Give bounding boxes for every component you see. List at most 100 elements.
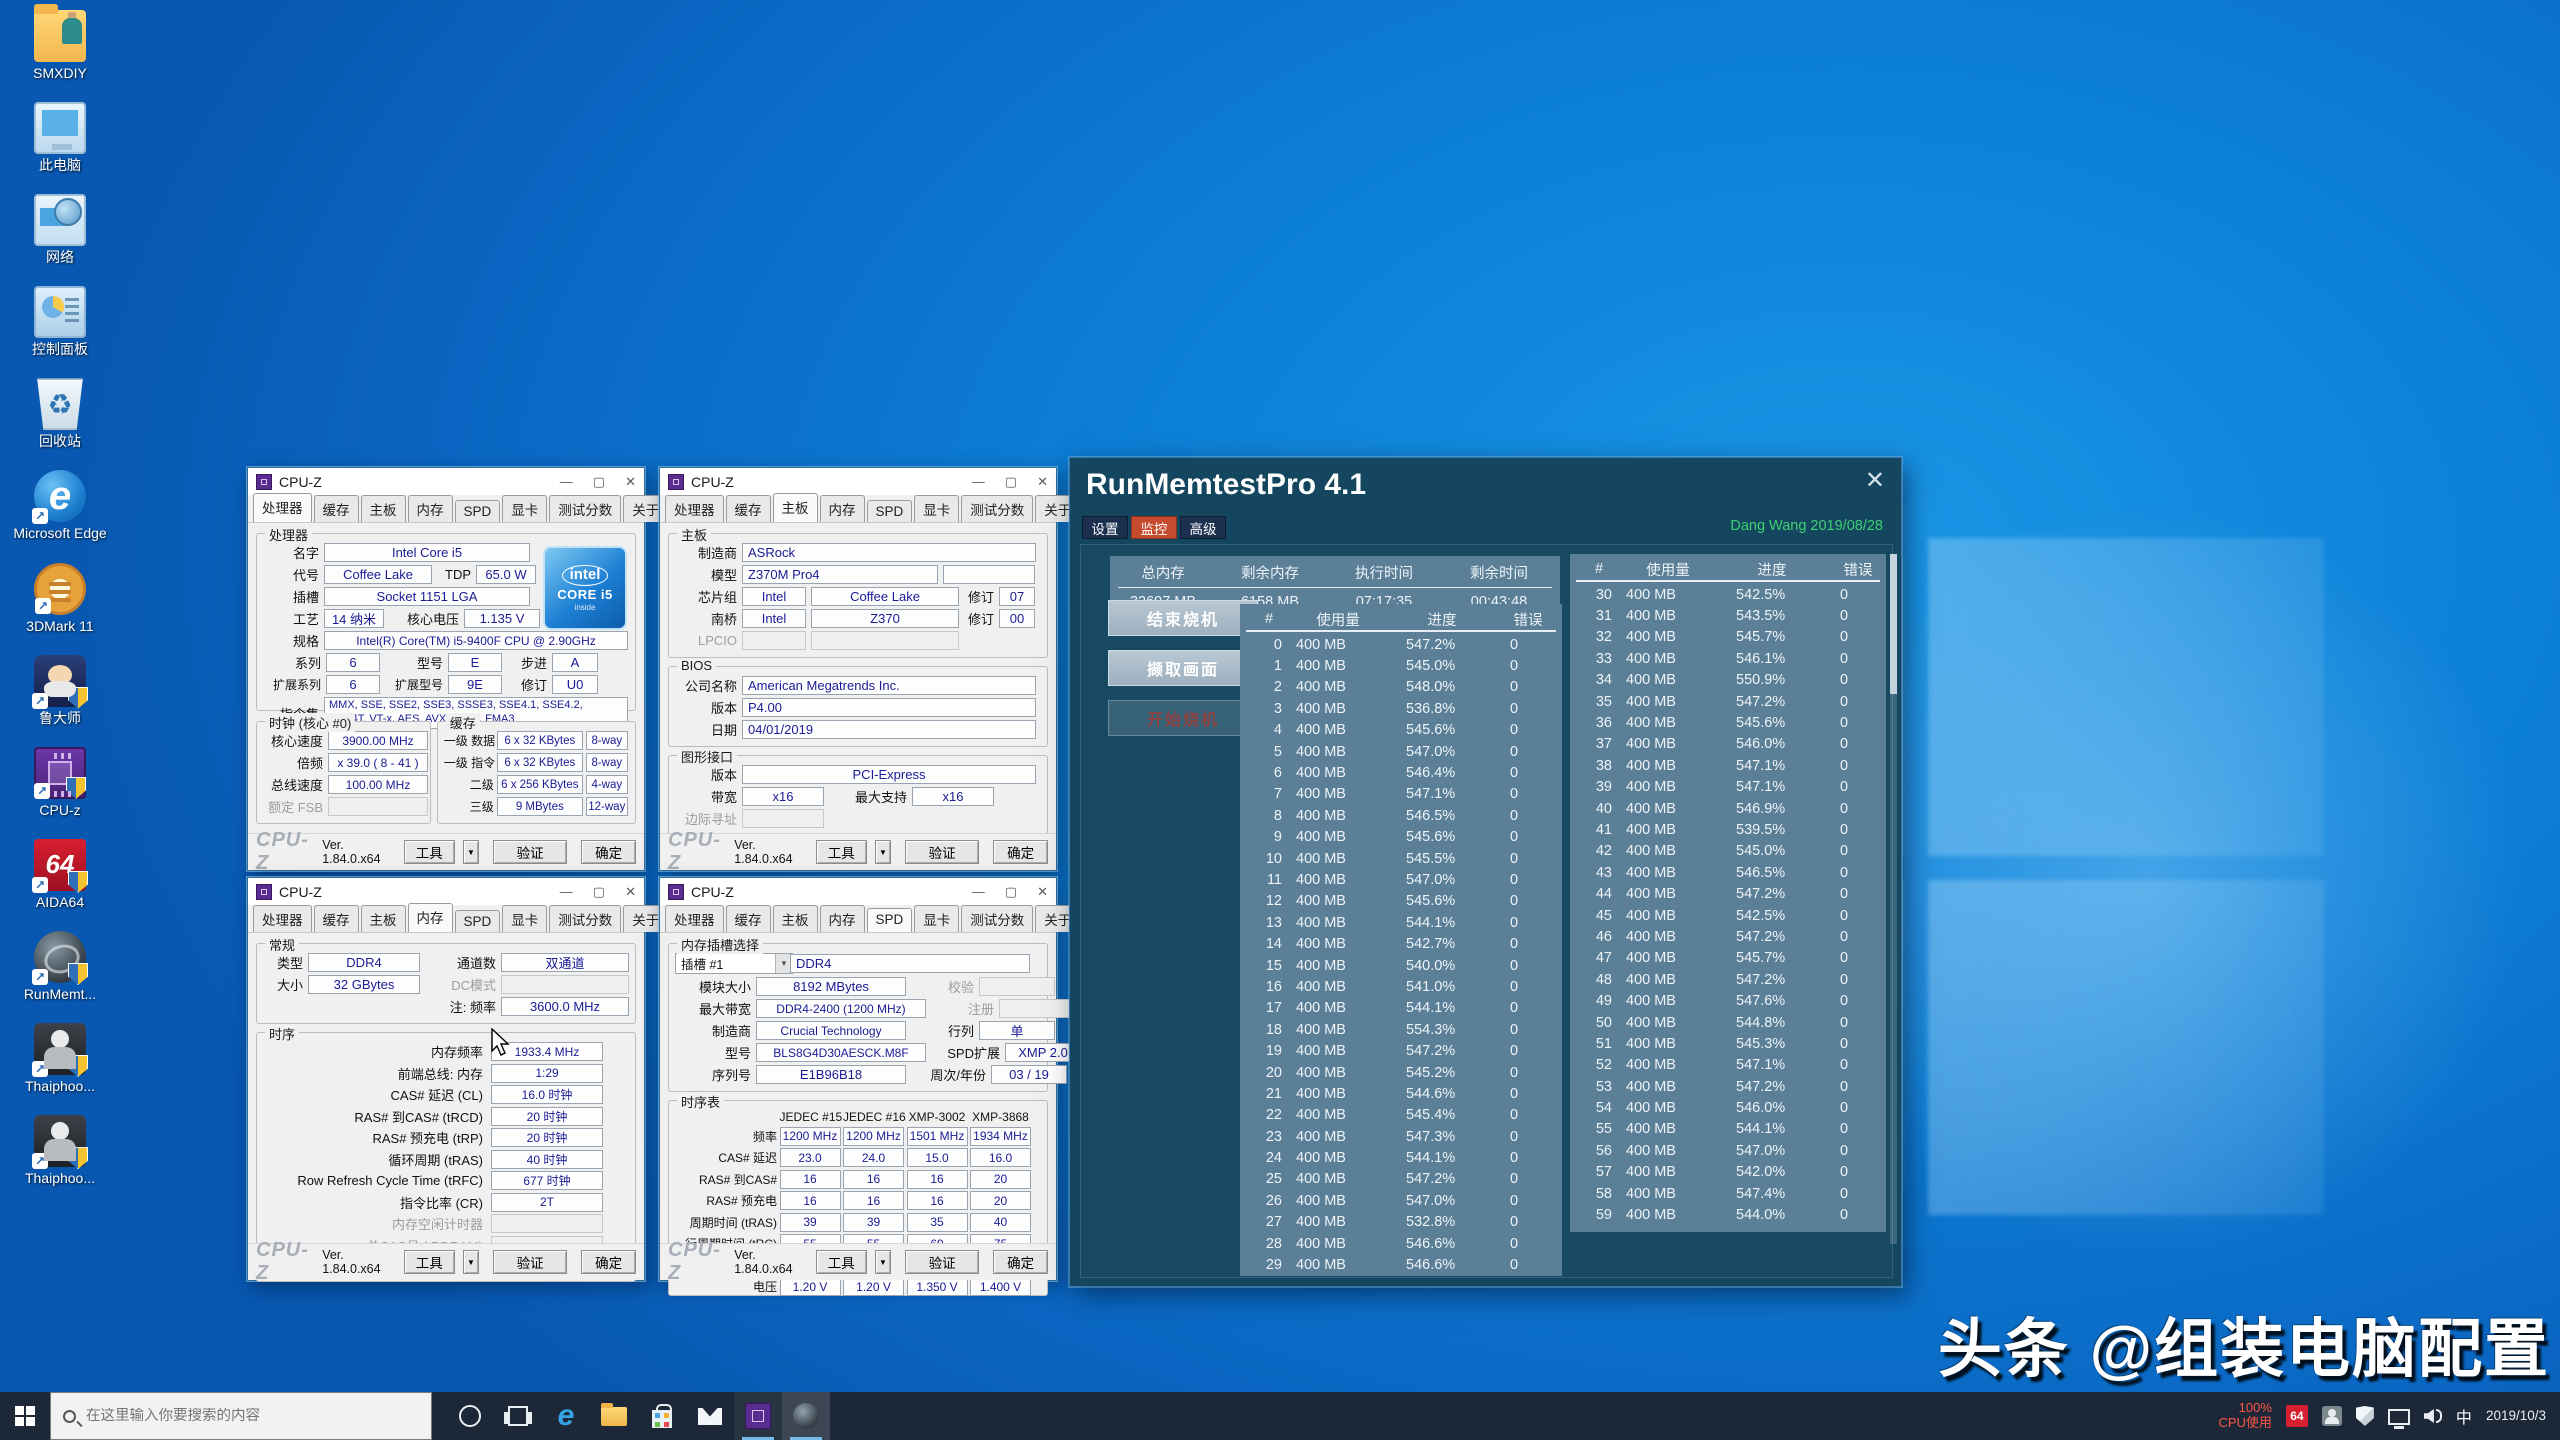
desktop-icon-control-panel[interactable]: 控制面板 <box>8 286 112 357</box>
ok-button[interactable]: 确定 <box>581 1250 636 1274</box>
cpuz-tab-内存[interactable]: 内存 <box>820 495 865 522</box>
taskbar-cortana[interactable] <box>446 1392 494 1440</box>
clock-date[interactable]: 2019/10/3 <box>2486 1408 2546 1424</box>
aida64-tray-icon[interactable]: 64 <box>2286 1405 2308 1427</box>
desktop-icon-ludashi[interactable]: ↗鲁大师 <box>8 655 112 726</box>
cpuz-tab-SPD[interactable]: SPD <box>455 500 501 522</box>
ime-indicator[interactable]: 中 <box>2456 1404 2472 1428</box>
titlebar[interactable]: CPU-Z —▢✕ <box>660 468 1056 495</box>
cpuz-tab-内存[interactable]: 内存 <box>820 905 865 932</box>
maximize-icon[interactable]: ▢ <box>593 474 605 490</box>
desktop-icon-thaiphoon-2[interactable]: ↗Thaiphoo... <box>8 1115 112 1186</box>
cpuz-tab-测试分数[interactable]: 测试分数 <box>549 495 621 522</box>
cpuz-tab-主板[interactable]: 主板 <box>773 493 818 522</box>
memtest-tab-设置[interactable]: 设置 <box>1082 516 1128 539</box>
taskbar-search[interactable] <box>50 1392 432 1440</box>
cpuz-tab-主板[interactable]: 主板 <box>361 905 406 932</box>
titlebar[interactable]: CPU-Z —▢✕ <box>248 468 644 495</box>
cpuz-tab-处理器[interactable]: 处理器 <box>253 905 312 932</box>
titlebar[interactable]: CPU-Z —▢✕ <box>248 878 644 905</box>
taskbar-cpuz[interactable] <box>734 1392 782 1440</box>
desktop-icon-smxdiy[interactable]: SMXDIY <box>8 10 112 81</box>
tools-button[interactable]: 工具 <box>404 1250 455 1274</box>
volume-icon[interactable] <box>2424 1409 2442 1423</box>
defender-shield-icon[interactable] <box>2356 1406 2374 1426</box>
validate-button[interactable]: 验证 <box>493 840 567 864</box>
memtest-tab-监控[interactable]: 监控 <box>1131 516 1177 539</box>
cpuz-tab-SPD[interactable]: SPD <box>455 910 501 932</box>
cpuz-tab-测试分数[interactable]: 测试分数 <box>549 905 621 932</box>
titlebar[interactable]: CPU-Z —▢✕ <box>660 878 1056 905</box>
memtest-tab-高级[interactable]: 高级 <box>1180 516 1226 539</box>
maximize-icon[interactable]: ▢ <box>1005 474 1017 490</box>
minimize-icon[interactable]: — <box>560 884 573 899</box>
cpuz-tab-测试分数[interactable]: 测试分数 <box>961 495 1033 522</box>
ok-button[interactable]: 确定 <box>993 1250 1048 1274</box>
minimize-icon[interactable]: — <box>972 474 985 489</box>
minimize-icon[interactable]: — <box>972 884 985 899</box>
close-icon[interactable]: ✕ <box>625 474 636 490</box>
taskbar-store[interactable] <box>638 1392 686 1440</box>
desktop-icon-runmemtest[interactable]: ↗RunMemt... <box>8 931 112 1002</box>
cpuz-tab-主板[interactable]: 主板 <box>773 905 818 932</box>
scrollbar[interactable] <box>1890 554 1897 1244</box>
cpuz-tab-缓存[interactable]: 缓存 <box>726 905 771 932</box>
desktop-icon-this-pc[interactable]: 此电脑 <box>8 102 112 173</box>
maximize-icon[interactable]: ▢ <box>593 884 605 900</box>
start-button[interactable] <box>0 1392 50 1440</box>
close-icon[interactable]: ✕ <box>1037 474 1048 490</box>
cpuz-tab-显卡[interactable]: 显卡 <box>502 905 547 932</box>
desktop-icon-cpu-z[interactable]: ↗CPU-z <box>8 747 112 818</box>
cpuz-tab-处理器[interactable]: 处理器 <box>665 495 724 522</box>
desktop-icon-network[interactable]: 网络 <box>8 194 112 265</box>
close-icon[interactable]: ✕ <box>1037 884 1048 900</box>
cpuz-tab-显卡[interactable]: 显卡 <box>914 495 959 522</box>
slot-select[interactable]: 插槽 #1▼ <box>675 953 793 974</box>
taskbar-file-explorer[interactable] <box>590 1392 638 1440</box>
tools-button[interactable]: 工具 <box>816 1250 867 1274</box>
cpuz-tab-显卡[interactable]: 显卡 <box>502 495 547 522</box>
cpuz-tab-SPD[interactable]: SPD <box>867 908 913 932</box>
search-input[interactable] <box>86 1408 406 1424</box>
maximize-icon[interactable]: ▢ <box>1005 884 1017 900</box>
tools-dropdown-icon[interactable]: ▼ <box>463 840 479 864</box>
desktop-icon-microsoft-edge[interactable]: e↗Microsoft Edge <box>8 470 112 541</box>
validate-button[interactable]: 验证 <box>905 1250 979 1274</box>
taskbar-edge[interactable]: e <box>542 1392 590 1440</box>
cpuz-tab-显卡[interactable]: 显卡 <box>914 905 959 932</box>
cpuz-tab-测试分数[interactable]: 测试分数 <box>961 905 1033 932</box>
cpuz-tab-缓存[interactable]: 缓存 <box>314 495 359 522</box>
taskbar-mail[interactable] <box>686 1392 734 1440</box>
cpuz-tab-处理器[interactable]: 处理器 <box>253 493 312 522</box>
close-icon[interactable]: ✕ <box>625 884 636 900</box>
close-icon[interactable]: ✕ <box>1865 466 1885 495</box>
validate-button[interactable]: 验证 <box>493 1250 567 1274</box>
memtest-button-撷取画面[interactable]: 撷取画面 <box>1108 650 1258 686</box>
cpuz-tab-内存[interactable]: 内存 <box>408 495 453 522</box>
minimize-icon[interactable]: — <box>560 474 573 489</box>
tools-dropdown-icon[interactable]: ▼ <box>463 1250 479 1274</box>
desktop-icon-3dmark-11[interactable]: ↗3DMark 11 <box>8 563 112 634</box>
ok-button[interactable]: 确定 <box>581 840 636 864</box>
cpuz-tab-SPD[interactable]: SPD <box>867 500 913 522</box>
validate-button[interactable]: 验证 <box>905 840 979 864</box>
desktop-icon-thaiphoon-1[interactable]: ↗Thaiphoo... <box>8 1023 112 1094</box>
cpuz-tab-处理器[interactable]: 处理器 <box>665 905 724 932</box>
memtest-button-结束烧机[interactable]: 结束烧机 <box>1108 600 1258 636</box>
cpuz-tab-缓存[interactable]: 缓存 <box>726 495 771 522</box>
tools-dropdown-icon[interactable]: ▼ <box>875 840 891 864</box>
tools-dropdown-icon[interactable]: ▼ <box>875 1250 891 1274</box>
cpuz-tab-内存[interactable]: 内存 <box>408 903 453 932</box>
desktop-icon-aida64[interactable]: 64↗AIDA64 <box>8 839 112 910</box>
cpuz-tab-主板[interactable]: 主板 <box>361 495 406 522</box>
ok-button[interactable]: 确定 <box>993 840 1048 864</box>
desktop-icon-recycle-bin[interactable]: ♻回收站 <box>8 378 112 449</box>
scrollbar-thumb[interactable] <box>1890 554 1897 694</box>
user-tray-icon[interactable] <box>2322 1406 2342 1426</box>
network-icon[interactable] <box>2388 1409 2410 1425</box>
taskbar-runmemtest[interactable] <box>782 1392 830 1440</box>
taskbar-task-view[interactable] <box>494 1392 542 1440</box>
tools-button[interactable]: 工具 <box>816 840 867 864</box>
cpuz-tab-缓存[interactable]: 缓存 <box>314 905 359 932</box>
tools-button[interactable]: 工具 <box>404 840 455 864</box>
